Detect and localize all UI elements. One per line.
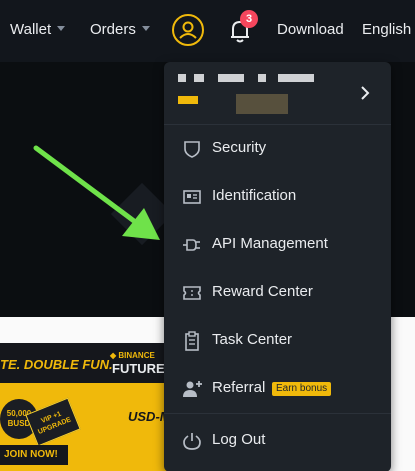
- nav-language[interactable]: English: [362, 21, 411, 39]
- redacted-account-status: [236, 94, 288, 114]
- nav-orders[interactable]: Orders: [90, 21, 150, 39]
- redacted-account-id: [194, 74, 204, 82]
- redacted-account-id: [178, 74, 186, 82]
- banner-header: TE. DOUBLE FUN. ◆ BINANCE FUTURE: [0, 343, 168, 383]
- chevron-down-icon: [57, 26, 66, 31]
- redacted-account-id: [218, 74, 244, 82]
- nav-wallet-label: Wallet: [10, 21, 52, 38]
- menu-item-label: Referral: [212, 379, 266, 396]
- menu-item-label: Task Center: [212, 331, 293, 348]
- menu-item-label: API Management: [212, 235, 328, 252]
- menu-item-referral[interactable]: Referral Earn bonus: [164, 365, 391, 413]
- menu-item-identification[interactable]: Identification: [164, 173, 391, 221]
- shield-icon: [184, 141, 200, 158]
- chevron-down-icon: [141, 26, 150, 31]
- banner-delivery-text: USD-M DELIVERY: [128, 409, 168, 424]
- banner-slogan: TE. DOUBLE FUN.: [0, 357, 113, 372]
- menu-divider: [164, 413, 391, 414]
- api-plug-icon: [183, 239, 200, 251]
- id-card-icon: [183, 190, 201, 204]
- ticket-icon: [183, 286, 201, 300]
- futures-promo-banner[interactable]: TE. DOUBLE FUN. ◆ BINANCE FUTURE 50,000 …: [0, 343, 168, 471]
- clipboard-icon: [185, 331, 199, 351]
- nav-wallet[interactable]: Wallet: [10, 21, 66, 39]
- menu-item-label: Identification: [212, 187, 297, 204]
- nav-download[interactable]: Download: [277, 21, 344, 39]
- top-nav-bar: Wallet Orders 3 Download English: [0, 0, 415, 62]
- account-info-row[interactable]: [164, 62, 391, 124]
- banner-product: FUTURE: [112, 361, 165, 376]
- menu-item-label: Log Out: [212, 431, 266, 448]
- account-dropdown-menu: Security Identification API Management R…: [164, 62, 391, 471]
- add-user-icon: [183, 381, 202, 397]
- earn-bonus-badge: Earn bonus: [272, 382, 332, 396]
- redacted-account-level: [178, 96, 198, 104]
- menu-item-label: Security: [212, 139, 267, 156]
- binance-brand-text: BINANCE: [118, 351, 155, 360]
- menu-item-task-center[interactable]: Task Center: [164, 317, 391, 365]
- join-now-button[interactable]: JOIN NOW!: [0, 445, 68, 465]
- vip-ticket-graphic: VIP +1 UPGRADE: [25, 397, 81, 447]
- menu-item-security[interactable]: Security: [164, 125, 391, 173]
- menu-item-api-management[interactable]: API Management: [164, 221, 391, 269]
- user-avatar-icon[interactable]: [172, 14, 204, 46]
- nav-orders-label: Orders: [90, 21, 136, 38]
- binance-logo: ◆ BINANCE: [110, 351, 155, 360]
- chevron-right-icon: [361, 86, 370, 100]
- menu-item-reward-center[interactable]: Reward Center: [164, 269, 391, 317]
- power-icon: [183, 433, 201, 450]
- menu-item-label: Reward Center: [212, 283, 313, 300]
- menu-item-log-out[interactable]: Log Out: [164, 417, 391, 465]
- notification-count-badge: 3: [240, 10, 258, 28]
- redacted-account-id: [278, 74, 314, 82]
- redacted-account-id: [258, 74, 266, 82]
